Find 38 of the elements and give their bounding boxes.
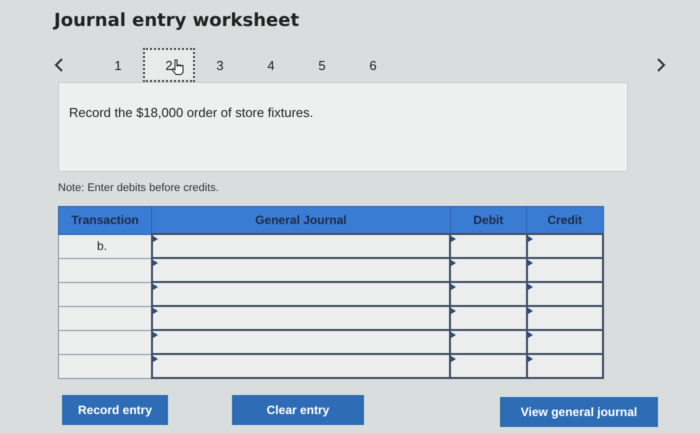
action-button[interactable]: Record entry [62, 395, 168, 425]
page-tab[interactable]: 5 [296, 48, 348, 82]
pointer-icon [152, 236, 158, 242]
pointer-icon [451, 308, 456, 314]
pointer-icon [451, 236, 456, 242]
pointer-icon [528, 236, 533, 242]
transaction-cell: b. [58, 234, 152, 258]
question-text: Record the $18,000 order of store fixtures. [69, 105, 314, 120]
column-header: General Journal [152, 206, 450, 234]
pointer-icon [451, 356, 456, 362]
column-header: Debit [450, 206, 527, 234]
column-header: Credit [526, 206, 603, 234]
pointer-icon [152, 260, 158, 266]
note-text: Note: Enter debits before credits. [58, 182, 220, 194]
pointer-icon [528, 284, 533, 290]
page-tab[interactable]: 4 [245, 48, 297, 82]
pointer-icon [528, 260, 533, 266]
column-header: Transaction [58, 206, 152, 234]
pointer-icon [528, 308, 533, 314]
pointer-icon [451, 332, 456, 338]
action-button[interactable]: Clear entry [232, 395, 364, 425]
pointer-icon [451, 284, 456, 290]
page-title: Journal entry worksheet [54, 9, 300, 33]
page-tab[interactable]: 1 [92, 48, 144, 82]
pointer-icon [152, 356, 158, 362]
previous-icon[interactable] [54, 57, 64, 73]
pointer-icon [152, 308, 158, 314]
next-icon[interactable] [656, 57, 666, 73]
pointer-icon [451, 260, 456, 266]
page-tab[interactable]: 6 [347, 48, 399, 82]
page-tab[interactable]: 2 [143, 48, 195, 82]
action-button[interactable]: View general journal [500, 397, 658, 427]
page-tab[interactable]: 3 [194, 48, 246, 82]
pointer-icon [152, 284, 158, 290]
pointer-icon [528, 356, 533, 362]
pointer-icon [528, 332, 533, 338]
hand-cursor-icon [171, 59, 185, 75]
pointer-icon [152, 332, 158, 338]
